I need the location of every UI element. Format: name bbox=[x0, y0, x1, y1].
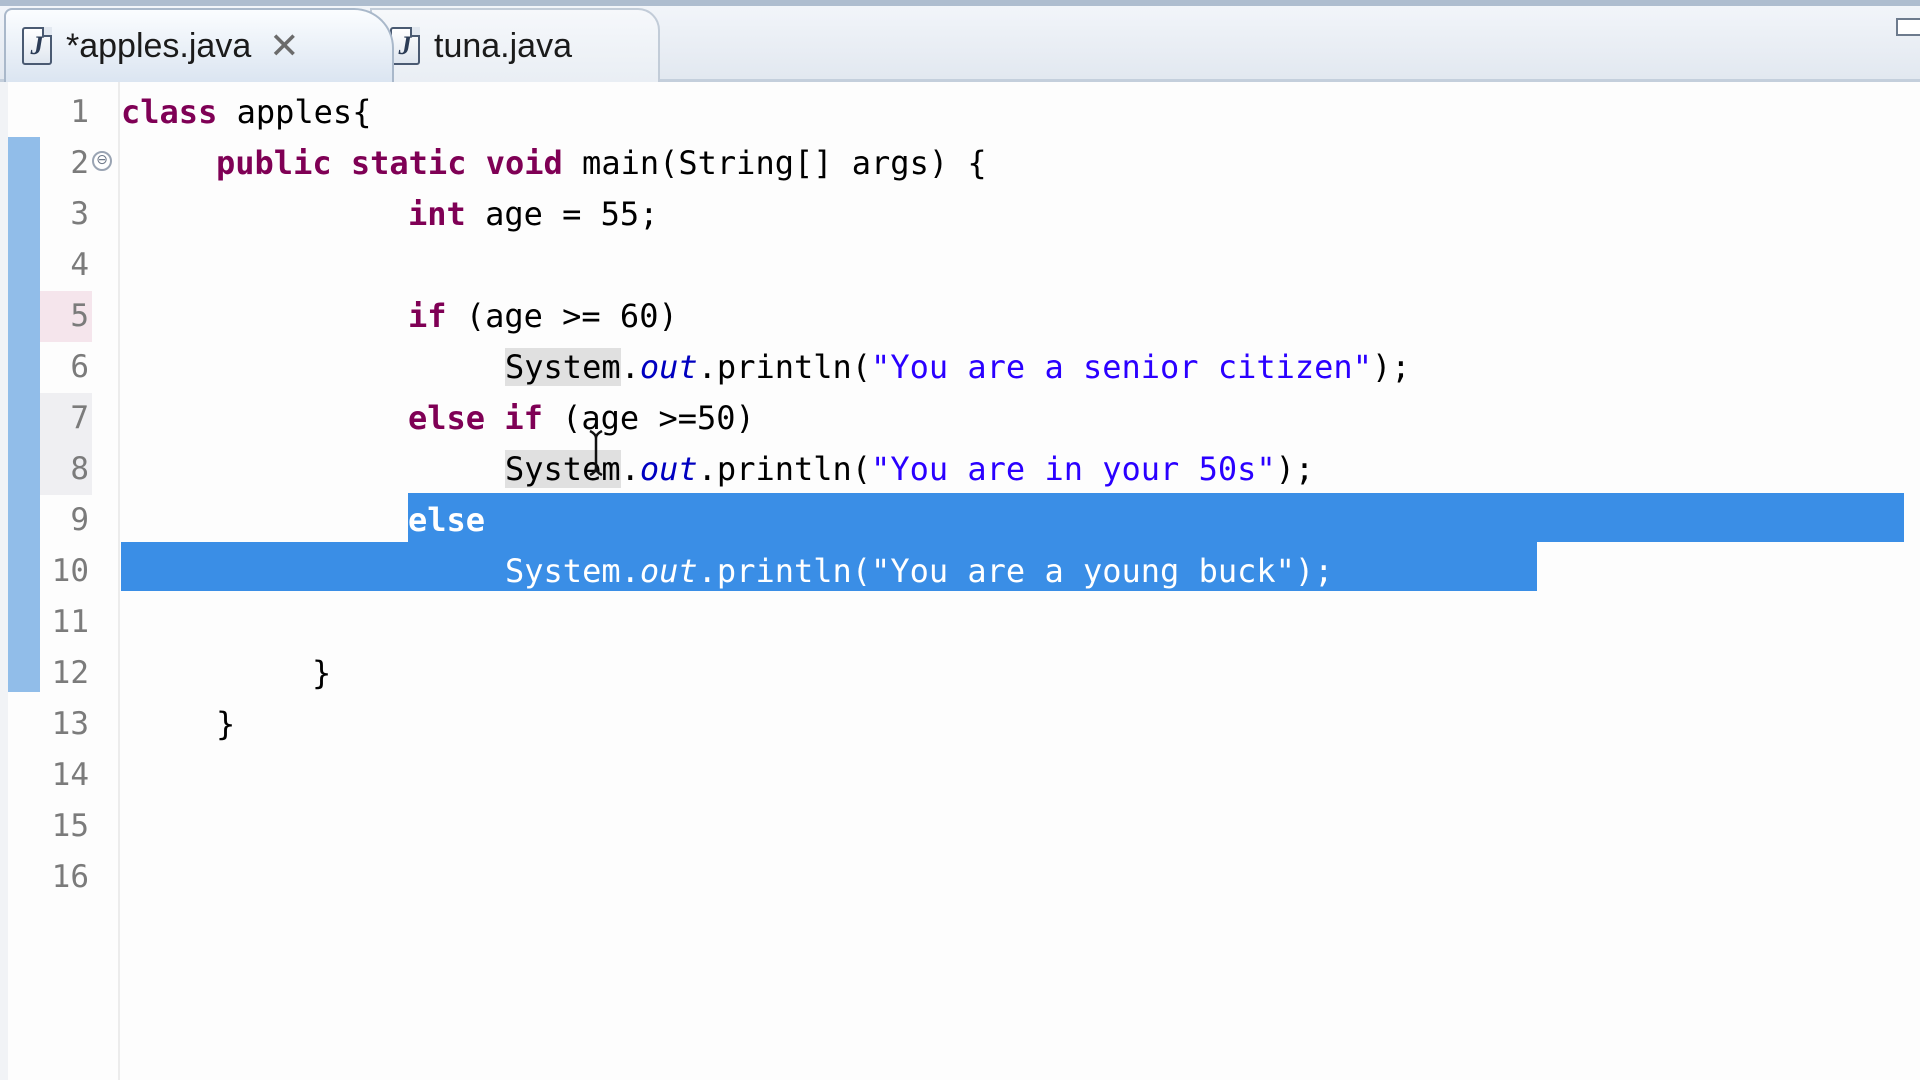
code-text[interactable]: public static void main(String[] args) { bbox=[216, 138, 987, 189]
code-text[interactable]: System.out.println("You are in your 50s"… bbox=[505, 444, 1314, 495]
string-literal: "You are a young buck" bbox=[871, 552, 1295, 590]
code-line: 6 System.out.println("You are a senior c… bbox=[0, 342, 1920, 393]
keyword: class bbox=[121, 93, 218, 131]
tab-apples-java[interactable]: J *apples.java ✕ bbox=[4, 8, 394, 82]
keyword: public static void bbox=[216, 144, 563, 182]
code-line: 13 } bbox=[0, 699, 1920, 750]
closing-brace: } bbox=[312, 654, 332, 692]
editor-tab-bar: J tuna.java J *apples.java ✕ bbox=[0, 0, 1920, 82]
code-line: 15 bbox=[0, 801, 1920, 852]
keyword: else bbox=[408, 501, 486, 539]
line-number: 13 bbox=[51, 706, 89, 742]
code-token: ); bbox=[1371, 348, 1411, 386]
java-file-icon: J bbox=[390, 27, 420, 65]
tab-label: tuna.java bbox=[434, 26, 572, 65]
code-token: . bbox=[620, 552, 640, 590]
line-number: 2 bbox=[70, 145, 89, 181]
line-number: 14 bbox=[51, 757, 89, 793]
static-field: out bbox=[639, 450, 698, 488]
code-token: . bbox=[620, 348, 640, 386]
code-line: 7 else if (age >=50) bbox=[0, 393, 1920, 444]
line-number: 1 bbox=[70, 94, 89, 130]
code-text[interactable]: } bbox=[216, 699, 235, 750]
code-token: ); bbox=[1275, 450, 1315, 488]
string-literal: "You are in your 50s" bbox=[871, 450, 1276, 488]
code-text[interactable]: System.out.println("You are a young buck… bbox=[505, 546, 1333, 597]
code-token: .println( bbox=[697, 348, 872, 386]
code-line: 16 bbox=[0, 852, 1920, 903]
keyword: int bbox=[408, 195, 466, 233]
code-text[interactable]: int age = 55; bbox=[408, 189, 658, 240]
line-number: 5 bbox=[40, 291, 92, 342]
code-line: 11 bbox=[0, 597, 1920, 648]
code-line: 4 bbox=[0, 240, 1920, 291]
code-line: 3 int age = 55; bbox=[0, 189, 1920, 240]
line-number: 8 bbox=[40, 444, 92, 495]
line-number: 12 bbox=[51, 655, 89, 691]
minimize-icon[interactable] bbox=[1896, 18, 1920, 36]
code-token: .println( bbox=[697, 450, 872, 488]
static-field: out bbox=[639, 552, 698, 590]
line-number: 4 bbox=[70, 247, 89, 283]
occurrence-highlight: System bbox=[505, 348, 621, 386]
code-token: (age >=50) bbox=[542, 399, 755, 437]
line-number: 15 bbox=[51, 808, 89, 844]
code-text[interactable]: class apples{ bbox=[121, 87, 371, 138]
tab-tuna-java[interactable]: J tuna.java bbox=[370, 8, 660, 82]
code-line: 2 ⊖ public static void main(String[] arg… bbox=[0, 138, 1920, 189]
closing-brace: } bbox=[216, 705, 236, 743]
code-text[interactable]: System.out.println("You are a senior cit… bbox=[505, 342, 1410, 393]
string-literal: "You are a senior citizen" bbox=[871, 348, 1372, 386]
static-field: out bbox=[639, 348, 698, 386]
line-number: 6 bbox=[70, 349, 89, 385]
code-editor[interactable]: 1 class apples{ 2 ⊖ public static void m… bbox=[0, 82, 1920, 1080]
code-line: 9 else bbox=[0, 495, 1920, 546]
line-number: 16 bbox=[51, 859, 89, 895]
line-number: 10 bbox=[51, 553, 89, 589]
close-icon[interactable]: ✕ bbox=[269, 25, 299, 67]
eclipse-editor-window: J tuna.java J *apples.java ✕ 1 class app… bbox=[0, 0, 1920, 1080]
keyword: if bbox=[408, 297, 447, 335]
line-number: 9 bbox=[70, 502, 89, 538]
java-file-icon: J bbox=[22, 27, 52, 65]
code-line: 10 System.out.println("You are a young b… bbox=[0, 546, 1920, 597]
occurrence-highlight: System bbox=[505, 450, 621, 488]
code-line: 12 } bbox=[0, 648, 1920, 699]
code-token: main(String[] args) { bbox=[562, 144, 987, 182]
code-line: 5 if (age >= 60) bbox=[0, 291, 1920, 342]
code-token: . bbox=[620, 450, 640, 488]
code-token: .println( bbox=[697, 552, 872, 590]
tab-bar-top-border bbox=[0, 0, 1920, 6]
line-number: 11 bbox=[51, 604, 89, 640]
code-line: 14 bbox=[0, 750, 1920, 801]
code-token: (age >= 60) bbox=[446, 297, 678, 335]
code-token: apples{ bbox=[217, 93, 372, 131]
code-token: ); bbox=[1294, 552, 1334, 590]
fold-collapse-icon[interactable]: ⊖ bbox=[92, 151, 112, 171]
code-token: System bbox=[505, 552, 621, 590]
code-line: 1 class apples{ bbox=[0, 87, 1920, 138]
code-text[interactable]: else bbox=[408, 495, 485, 546]
code-text[interactable]: if (age >= 60) bbox=[408, 291, 678, 342]
code-token: age = 55; bbox=[465, 195, 659, 233]
line-number: 7 bbox=[40, 393, 92, 444]
code-text[interactable]: else if (age >=50) bbox=[408, 393, 755, 444]
keyword: else if bbox=[408, 399, 543, 437]
line-number: 3 bbox=[70, 196, 89, 232]
code-line: 8 System.out.println("You are in your 50… bbox=[0, 444, 1920, 495]
tab-label: *apples.java bbox=[66, 26, 252, 65]
text-cursor-icon bbox=[589, 430, 603, 476]
code-text[interactable]: } bbox=[312, 648, 331, 699]
